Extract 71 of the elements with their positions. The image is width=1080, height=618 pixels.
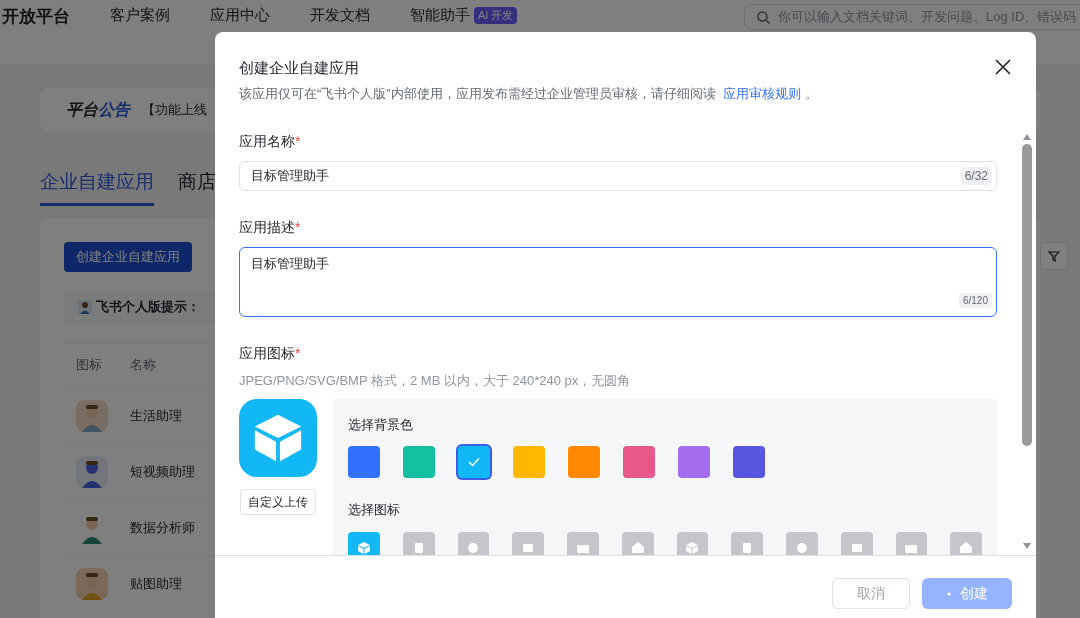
- review-rules-link[interactable]: 应用审核规则: [723, 86, 802, 101]
- icon-tile[interactable]: [348, 531, 380, 555]
- notice-title: 平台公告: [66, 100, 130, 120]
- close-icon: [995, 59, 1011, 75]
- picker-label: 选择图标: [348, 501, 401, 519]
- filter-icon: [1048, 249, 1060, 262]
- dialog-description: 该应用仅可在“飞书个人版”内部使用，应用发布需经过企业管理员审核，请仔细阅读 应用审核规则 。: [239, 85, 819, 103]
- icon-tile[interactable]: [402, 531, 435, 555]
- input-field[interactable]: 目标管理助手 6/32: [239, 161, 997, 191]
- required-mark: *: [295, 132, 301, 151]
- field-label: 应用名称: [239, 132, 295, 151]
- app-name: 生活助理: [130, 407, 182, 426]
- search-icon: [757, 10, 770, 24]
- brand-name[interactable]: 开放平台: [2, 4, 70, 30]
- icon-tile[interactable]: [621, 531, 654, 555]
- house-icon: [959, 540, 974, 555]
- textarea-field[interactable]: 目标管理助手 6/120: [239, 247, 997, 317]
- create-app-button[interactable]: 创建企业自建应用: [64, 241, 192, 272]
- close-button[interactable]: [994, 58, 1012, 76]
- required-mark: *: [295, 344, 301, 363]
- circle-icon: [466, 540, 481, 555]
- house-icon: [630, 540, 645, 555]
- icon-tile[interactable]: [895, 531, 928, 555]
- color-swatch[interactable]: [348, 446, 380, 478]
- tab[interactable]: 企业自建应用: [40, 168, 154, 206]
- icon-tile[interactable]: [950, 531, 982, 555]
- nav-link[interactable]: 智能助手: [410, 4, 470, 27]
- icon-tile[interactable]: [731, 531, 763, 555]
- color-swatch[interactable]: [403, 446, 435, 478]
- picker-label: 选择背景色: [348, 415, 414, 434]
- icon-tile[interactable]: [512, 531, 544, 555]
- check-icon: [468, 457, 480, 467]
- upload-button[interactable]: 自定义上传: [240, 488, 316, 515]
- cube-icon: [356, 540, 371, 555]
- color-swatch[interactable]: [458, 446, 490, 478]
- column-header: 名称: [130, 356, 156, 375]
- circle-icon: [794, 540, 809, 555]
- nav-link[interactable]: 开发文档: [310, 4, 370, 27]
- icon-hint: JPEG/PNG/SVG/BMP 格式，2 MB 以内，大于 240*240 px，无圆角: [239, 372, 632, 390]
- app-name: 贴图助理: [130, 575, 182, 594]
- icon-tile[interactable]: [457, 531, 490, 555]
- icon-tile[interactable]: [676, 531, 709, 555]
- nav-link[interactable]: 应用中心: [210, 4, 270, 27]
- color-swatch[interactable]: [568, 446, 600, 478]
- dialog-title: 创建企业自建应用: [239, 58, 359, 78]
- required-mark: *: [295, 218, 301, 237]
- icon-tile[interactable]: [786, 531, 818, 555]
- character-counter: 6/120: [958, 293, 992, 308]
- app-name: 数据分析师: [130, 519, 195, 538]
- notice-text: 【功能上线: [142, 101, 207, 120]
- scroll-up-icon[interactable]: [1023, 134, 1031, 140]
- scroll-down-icon[interactable]: [1023, 543, 1031, 549]
- icon-tile[interactable]: [567, 531, 599, 555]
- color-swatch[interactable]: [678, 446, 710, 478]
- field-label: 应用描述: [239, 218, 295, 237]
- column-header: 图标: [75, 356, 103, 375]
- nav-link[interactable]: 客户案例: [110, 4, 170, 27]
- color-swatch[interactable]: [513, 446, 545, 478]
- color-swatch[interactable]: [733, 446, 765, 478]
- icon-tile[interactable]: [840, 531, 873, 555]
- tab[interactable]: 商店: [178, 168, 216, 206]
- character-counter: 6/32: [960, 167, 992, 185]
- loading-icon: [946, 590, 952, 597]
- app-name: 短视频助理: [130, 463, 195, 482]
- field-label: 应用图标: [239, 344, 295, 363]
- color-swatch[interactable]: [623, 446, 655, 478]
- filter-button[interactable]: [1040, 241, 1068, 270]
- nav-badge: AI 开发: [474, 7, 518, 24]
- scrollbar-thumb[interactable]: [1022, 144, 1032, 446]
- cube-icon: [685, 540, 700, 555]
- tip-label: 飞书个人版提示：: [96, 297, 200, 316]
